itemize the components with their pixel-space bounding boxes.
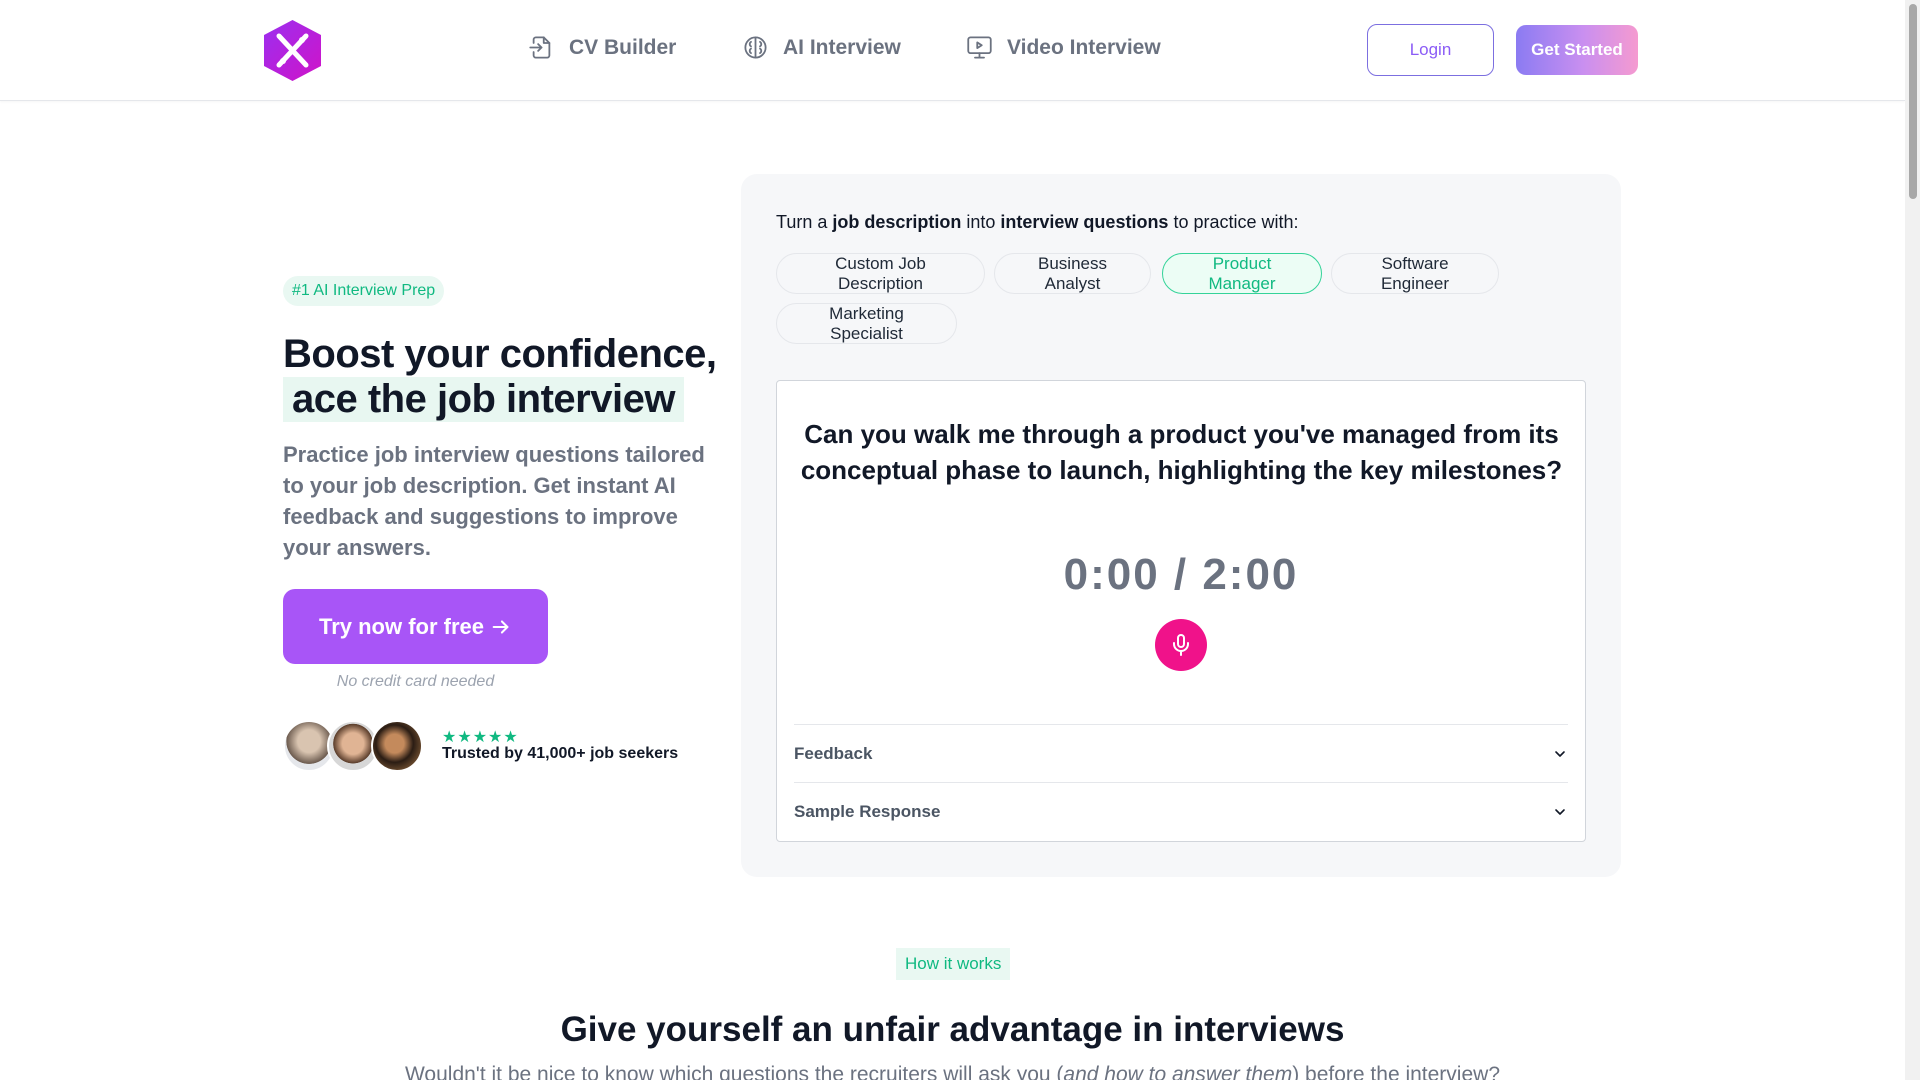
record-button[interactable] bbox=[1155, 619, 1207, 671]
recording-timer: 0:00 / 2:00 bbox=[1063, 550, 1299, 599]
microphone-icon bbox=[1173, 634, 1189, 656]
sample-response-accordion-label: Sample Response bbox=[794, 801, 941, 821]
hero-title: Boost your confidence, ace the job inter… bbox=[283, 332, 717, 422]
chevron-down-icon bbox=[1555, 750, 1565, 757]
hero-description: Practice job interview questions tailore… bbox=[283, 442, 705, 560]
star-icon: ★ bbox=[457, 729, 473, 746]
intro-bold-interview-questions: interview questions bbox=[1000, 212, 1169, 232]
chevron-down-icon bbox=[1555, 808, 1565, 815]
subtitle-italic: and how to answer them bbox=[1063, 1063, 1293, 1080]
no-credit-card-note: No credit card needed bbox=[336, 673, 495, 690]
subtitle-text: ) before the interview? bbox=[1292, 1063, 1500, 1080]
chip-custom-job-description[interactable]: Custom Job Description bbox=[776, 253, 985, 294]
try-now-button[interactable]: Try now for free bbox=[283, 589, 548, 664]
subtitle-text: Wouldn't it be nice to know which questi… bbox=[404, 1063, 1064, 1080]
intro-text: into bbox=[961, 212, 1001, 232]
scrollbar-thumb[interactable] bbox=[1909, 4, 1917, 199]
brain-icon bbox=[744, 36, 767, 59]
nav-link-ai-interview[interactable]: AI Interview bbox=[742, 34, 901, 61]
interview-question: Can you walk me through a product you've… bbox=[800, 419, 1563, 485]
avatar-group bbox=[283, 720, 425, 774]
chip-business-analyst[interactable]: Business Analyst bbox=[994, 253, 1151, 294]
star-icon: ★ bbox=[442, 729, 458, 746]
chip-product-manager[interactable]: Product Manager bbox=[1162, 253, 1322, 294]
nav-link-video-interview[interactable]: Video Interview bbox=[966, 34, 1161, 61]
intro-text: to practice with: bbox=[1168, 212, 1299, 232]
nav-link-label: CV Builder bbox=[569, 35, 677, 59]
nav-link-cv-builder[interactable]: CV Builder bbox=[528, 34, 676, 61]
hero-title-line1: Boost your confidence, bbox=[283, 332, 717, 376]
feedback-accordion-label: Feedback bbox=[794, 743, 873, 763]
trusted-by-text: Trusted by 41,000+ job seekers bbox=[442, 745, 679, 762]
practice-intro: Turn a job description into interview qu… bbox=[776, 212, 1299, 233]
page-scrollbar[interactable] bbox=[1905, 0, 1920, 1080]
sample-response-accordion[interactable]: Sample Response bbox=[794, 783, 1568, 840]
chip-marketing-specialist[interactable]: Marketing Specialist bbox=[776, 303, 957, 344]
file-enter-icon bbox=[529, 36, 551, 59]
intro-bold-job-description: job description bbox=[832, 212, 962, 232]
intro-text: Turn a bbox=[776, 212, 833, 232]
rating-stars: ★★★★★ bbox=[442, 727, 519, 747]
avatar bbox=[371, 720, 423, 772]
how-it-works-badge: How it works bbox=[896, 948, 1011, 980]
star-icon: ★ bbox=[472, 729, 489, 746]
login-button[interactable]: Login bbox=[1367, 24, 1494, 76]
get-started-button[interactable]: Get Started bbox=[1516, 25, 1638, 75]
nav-link-label: Video Interview bbox=[1007, 35, 1161, 59]
chip-software-engineer[interactable]: Software Engineer bbox=[1331, 253, 1499, 294]
top-navbar: CV Builder AI Interview Video Interview … bbox=[0, 0, 1905, 101]
hero-title-line2: ace the job interview bbox=[283, 377, 684, 422]
logo-icon[interactable] bbox=[264, 20, 321, 81]
section-subtitle: Wouldn't it be nice to know which questi… bbox=[0, 1063, 1905, 1080]
nav-link-label: AI Interview bbox=[783, 35, 901, 59]
arrow-right-icon bbox=[492, 619, 509, 634]
star-icon: ★ bbox=[503, 729, 519, 746]
video-monitor-icon bbox=[967, 36, 992, 59]
star-icon: ★ bbox=[488, 729, 504, 746]
section-title: Give yourself an unfair advantage in int… bbox=[560, 1010, 1345, 1049]
hero-badge: #1 AI Interview Prep bbox=[283, 276, 445, 306]
try-now-label: Try now for free bbox=[318, 613, 485, 639]
feedback-accordion[interactable]: Feedback bbox=[794, 725, 1568, 782]
